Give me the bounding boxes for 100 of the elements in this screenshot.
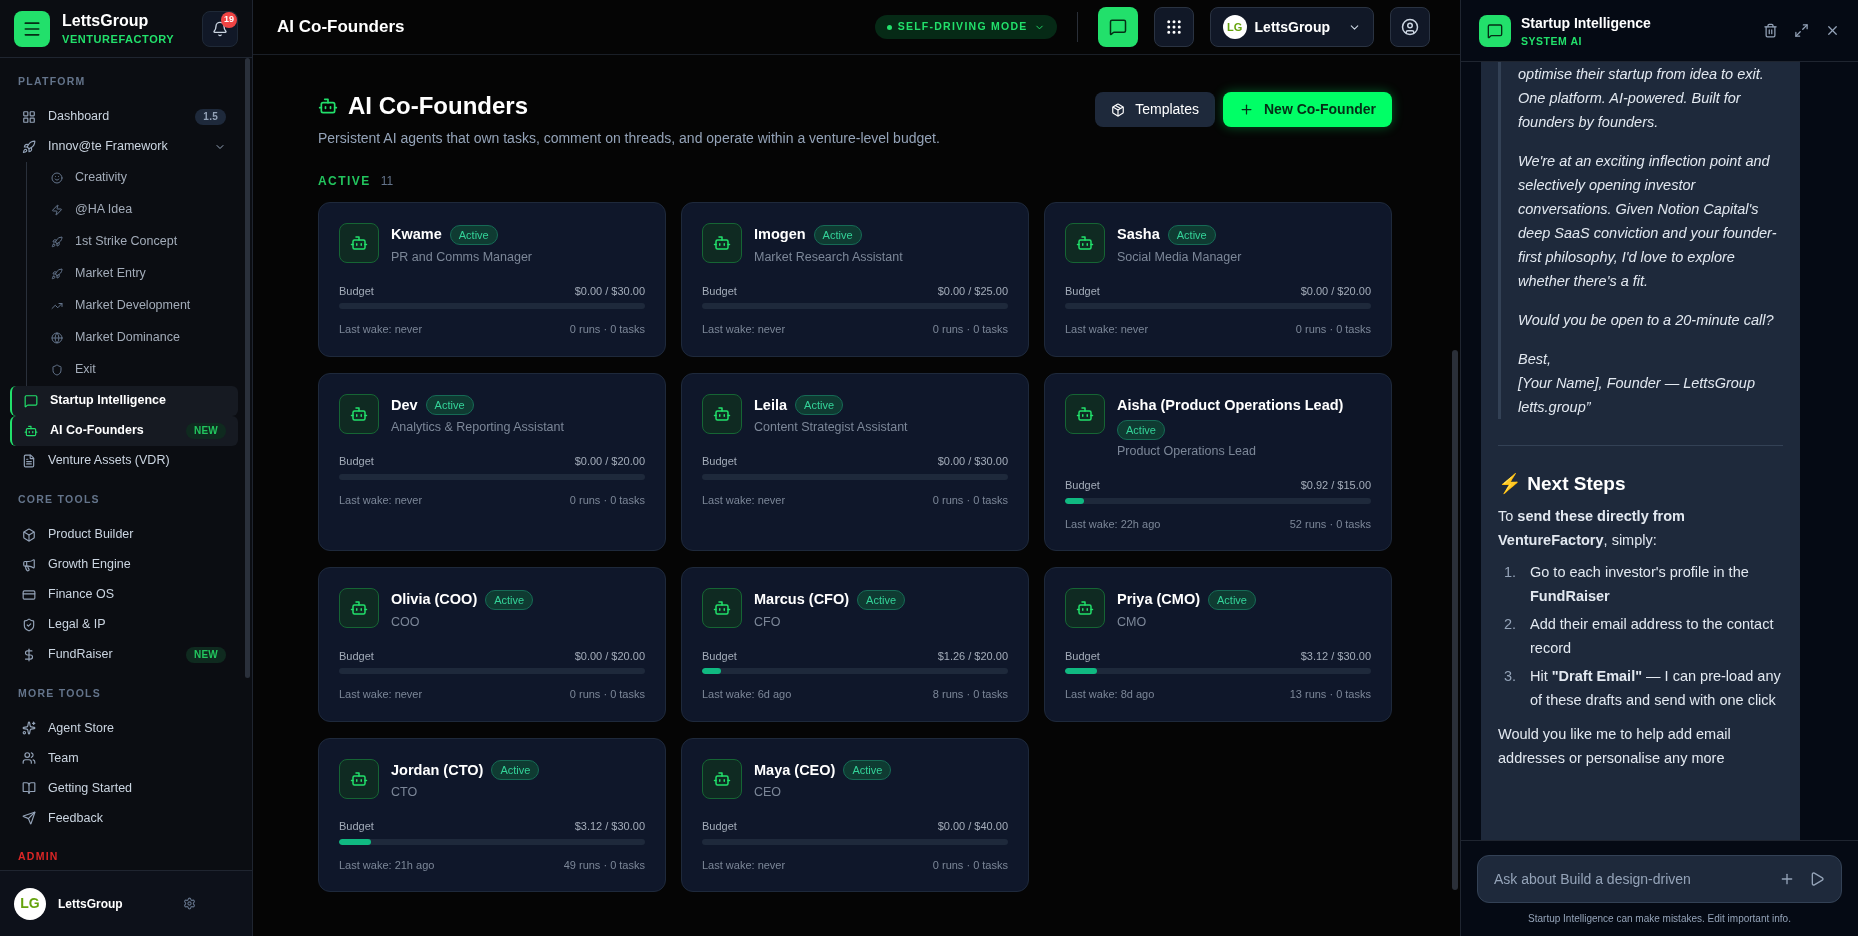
account-dropdown[interactable]: LG LettsGroup [1209, 7, 1374, 47]
robot-icon [350, 404, 368, 423]
budget-label: Budget [339, 819, 374, 834]
settings-icon[interactable] [183, 897, 196, 910]
chat-input[interactable]: Ask about Build a design-driven [1494, 868, 1765, 890]
new-cofounder-button[interactable]: New Co-Founder [1223, 92, 1392, 127]
quote-paragraph: optimise their startup from idea to exit. One platform. AI-powered. Built for founders by founders. [1518, 65, 1765, 132]
nav-subitem[interactable]: 1st Strike Concept [39, 225, 238, 258]
nav-item[interactable]: Dashboard 1.5 [10, 101, 238, 132]
agent-role: Market Research Assistant [754, 248, 903, 266]
last-wake: Last wake: never [339, 322, 423, 337]
cube-icon [22, 527, 36, 542]
agent-card[interactable]: Olivia (COO) Active COO Budget $0.00 / $20.00 Last wake: never 0 runs · 0 tasks [318, 567, 666, 722]
nav-item[interactable]: Legal & IP [10, 609, 238, 640]
status-badge: Active [857, 589, 906, 610]
chat-title: Startup Intelligence [1521, 13, 1651, 33]
budget-label: Budget [339, 454, 374, 469]
nav-item[interactable]: Growth Engine [10, 549, 238, 580]
nav-item[interactable]: Product Builder [10, 519, 238, 550]
budget-label: Budget [1065, 283, 1100, 299]
agent-card[interactable]: Marcus (CFO) Active CFO Budget $1.26 / $20.00 Last wake: 6d ago 8 runs · 0 tasks [681, 567, 1029, 722]
budget-label: Budget [702, 819, 737, 834]
section-heading: ADMIN [17, 849, 60, 865]
step-text: Add their email address to the contact record [1530, 615, 1775, 658]
agent-card[interactable]: Aisha (Product Operations Lead) Active Product Operations Lead Budget $0.92 / $15.00 Last wake: 22h ago 52 runs · 0 tasks [1044, 372, 1392, 551]
smiley-icon [51, 171, 63, 184]
globe-icon [51, 331, 63, 344]
nav-subitem[interactable]: Market Entry [39, 257, 238, 290]
run-stats: 0 runs · 0 tasks [569, 492, 645, 508]
budget-label: Budget [702, 283, 737, 299]
budget-amount: $0.00 / $20.00 [574, 648, 645, 664]
rocket-icon [51, 267, 63, 280]
budget-label: Budget [702, 648, 737, 664]
nav-item[interactable]: AI Co-Founders NEW [10, 415, 238, 446]
expand-icon[interactable] [1794, 23, 1809, 38]
agent-card[interactable]: Dev Active Analytics & Reporting Assistant Budget $0.00 / $20.00 Last wake: never 0 runs · 0 tasks [318, 372, 666, 551]
brand-name: LettsGroup [62, 10, 150, 31]
plus-icon [1239, 102, 1254, 117]
agent-card[interactable]: Jordan (CTO) Active CTO Budget $3.12 / $30.00 Last wake: 21h ago 49 runs · 0 tasks [318, 737, 666, 892]
nav-item[interactable]: Agent Store [10, 713, 238, 744]
nav-badge: NEW [185, 646, 226, 663]
run-stats: 8 runs · 0 tasks [932, 687, 1008, 702]
agent-role: Content Strategist Assistant [754, 419, 908, 437]
megaphone-icon [22, 557, 36, 572]
agent-card[interactable]: Leila Active Content Strategist Assistant Budget $0.00 / $30.00 Last wake: never 0 runs · 0 tasks [681, 372, 1029, 551]
chat-toggle-button[interactable] [1097, 7, 1138, 47]
agent-card[interactable]: Sasha Active Social Media Manager Budget $0.00 / $20.00 Last wake: never 0 runs · 0 tasks [1044, 202, 1392, 357]
robot-icon [350, 599, 368, 617]
scrollbar-thumb[interactable] [1452, 350, 1458, 890]
last-wake: Last wake: never [1065, 322, 1149, 337]
nav-item[interactable]: FundRaiser NEW [10, 639, 238, 670]
quote-paragraph: We're at an exciting inflection point and selectively opening investor conversations. Given Notion Capital's deep SaaS conviction and your founder-first philosophy, I'd love to explore whether there's a fit. [1518, 152, 1778, 291]
budget-label: Budget [702, 454, 737, 469]
nav-item[interactable]: Innov@te Framework [10, 131, 238, 162]
run-stats: 13 runs · 0 tasks [1289, 687, 1371, 702]
agent-card[interactable]: Maya (CEO) Active CEO Budget $0.00 / $40.00 Last wake: never 0 runs · 0 tasks [681, 737, 1029, 892]
nav-subitem[interactable]: Market Dominance [39, 321, 238, 354]
sparkles-icon [22, 721, 36, 736]
last-wake: Last wake: 21h ago [339, 857, 435, 873]
last-wake: Last wake: never [339, 492, 423, 508]
step-text: Hit "Draft Email" — I can pre-load any of these drafts and send with one click [1530, 667, 1782, 710]
close-icon[interactable] [1825, 23, 1840, 38]
nav-item[interactable]: Finance OS [10, 579, 238, 610]
agent-card[interactable]: Imogen Active Market Research Assistant Budget $0.00 / $25.00 Last wake: never 0 runs · 0 tasks [681, 202, 1029, 357]
last-wake: Last wake: 6d ago [702, 687, 792, 702]
plus-icon[interactable] [1779, 871, 1795, 887]
trash-icon[interactable] [1763, 23, 1778, 38]
templates-button[interactable]: Templates [1095, 92, 1215, 127]
scrollbar-thumb[interactable] [245, 58, 250, 678]
agent-card[interactable]: Kwame Active PR and Comms Manager Budget $0.00 / $30.00 Last wake: never 0 runs · 0 tasks [318, 202, 666, 357]
apps-button[interactable] [1153, 7, 1194, 47]
budget-amount: $1.26 / $20.00 [937, 648, 1008, 664]
section-heading: MORE TOOLS [17, 685, 102, 701]
nav-subitem[interactable]: @HA Idea [39, 193, 238, 226]
menu-button[interactable] [14, 10, 50, 47]
nav-item[interactable]: Getting Started [10, 773, 238, 804]
budget-amount: $0.92 / $15.00 [1300, 478, 1371, 493]
nav-item[interactable]: Venture Assets (VDR) [10, 445, 238, 476]
agent-card[interactable]: Priya (CMO) Active CMO Budget $3.12 / $30.00 Last wake: 8d ago 13 runs · 0 tasks [1044, 567, 1392, 722]
budget-amount: $0.00 / $40.00 [937, 819, 1008, 834]
nav-item[interactable]: Feedback [10, 803, 238, 834]
user-icon [1401, 18, 1419, 36]
status-badge: Active [485, 589, 534, 610]
nav-subitem[interactable]: Exit [39, 353, 238, 386]
credit-card-icon [22, 587, 36, 602]
apps-grid-icon [1164, 18, 1183, 36]
step-text: Go to each investor's profile in the FundRaiser [1530, 563, 1750, 606]
send-icon[interactable] [1809, 871, 1825, 887]
nav-item[interactable]: Team [10, 743, 238, 774]
run-stats: 0 runs · 0 tasks [569, 687, 645, 702]
mode-toggle[interactable]: SELF-DRIVING MODE [874, 15, 1057, 39]
agent-name: Aisha (Product Operations Lead) [1117, 395, 1344, 415]
nav-item[interactable]: Startup Intelligence [10, 385, 238, 416]
nav-subitem[interactable]: Creativity [39, 161, 238, 194]
status-badge: Active [1208, 589, 1256, 610]
nav-subitem[interactable]: Market Development [39, 289, 238, 322]
last-wake: Last wake: never [702, 492, 786, 508]
chat-input-field[interactable]: Ask about Build a design-driven [1477, 855, 1842, 903]
notifications-button[interactable]: 19 [202, 10, 238, 47]
profile-button[interactable] [1390, 7, 1430, 47]
